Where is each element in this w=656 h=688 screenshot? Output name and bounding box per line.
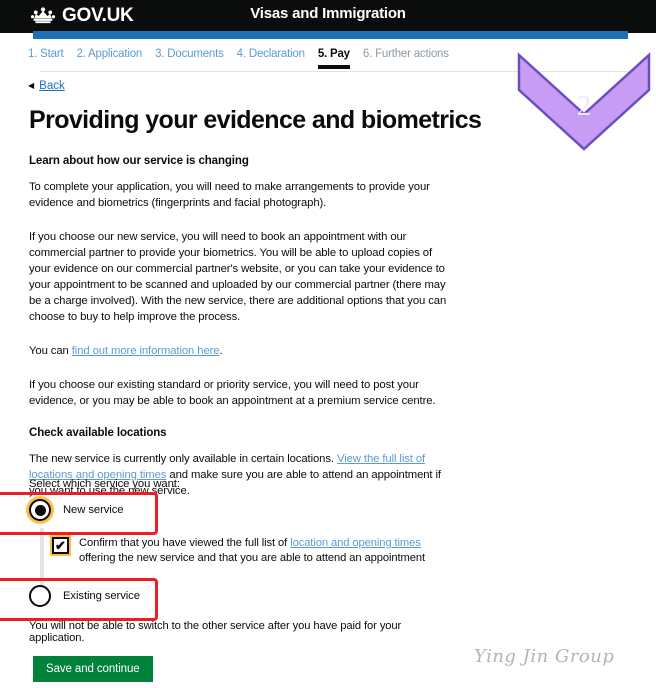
paragraph-complete-application: To complete your application, you will n… [29,181,430,209]
subheading-service-changing: Learn about how our service is changing [29,155,249,167]
radio-new-service-icon[interactable] [29,499,51,521]
page-title: Providing your evidence and biometrics [29,106,482,134]
back-link[interactable]: ◀ Back [28,80,65,92]
confirm-checkbox-label: Confirm that you have viewed the full li… [79,536,442,566]
select-service-label: Select which service you want: [29,478,180,490]
step-6-further-actions: 6. Further actions [362,48,449,60]
find-out-more-prefix: You can [29,345,72,357]
step-1-start[interactable]: 1. Start [28,48,64,69]
radio-existing-service-icon[interactable] [29,585,51,607]
back-link-label: Back [39,80,65,92]
service-name: Visas and Immigration [250,5,406,22]
paragraph-new-service-details: If you choose our new service, you will … [29,231,447,323]
find-out-more-suffix: . [219,345,223,357]
paragraph-existing-service-details: If you choose our existing standard or p… [29,379,436,407]
step-4-declaration[interactable]: 4. Declaration [237,48,305,69]
confirm-checkbox-icon[interactable]: ✔ [52,537,69,554]
confirm-checkbox-row[interactable]: ✔ Confirm that you have viewed the full … [52,536,442,566]
locations-prefix: The new service is currently only availa… [29,453,337,465]
paragraph-available-locations: The new service is currently only availa… [29,451,449,499]
conditional-reveal-divider [40,528,44,586]
confirm-text-suffix: offering the new service and that you ar… [79,552,425,564]
radio-option-existing-service[interactable]: Existing service [29,585,140,607]
watermark: Ying Jin Group [474,646,615,667]
radio-existing-service-label: Existing service [63,590,140,602]
gov-uk-header: GOV.UK Visas and Immigration [0,0,656,33]
location-opening-times-link[interactable]: location and opening times [290,537,421,549]
switch-service-warning: You will not be able to switch to the ot… [29,620,402,644]
paragraph-find-out-more: You can find out more information here. [29,343,449,359]
step-2-application[interactable]: 2. Application [76,48,142,69]
radio-option-new-service[interactable]: New service [29,499,124,521]
radio-selected-dot-icon [34,504,46,516]
save-and-continue-button[interactable]: Save and continue [33,656,153,682]
step-3-documents[interactable]: 3. Documents [155,48,224,69]
step-navigation: 1. Start 2. Application 3. Documents 4. … [28,48,449,69]
subheading-check-locations: Check available locations [29,427,167,439]
step-5-pay[interactable]: 5. Pay [317,48,350,69]
annotation-chevron-2: 2 [516,52,652,152]
confirm-text-prefix: Confirm that you have viewed the full li… [79,537,291,549]
radio-new-service-label: New service [63,504,124,516]
main-content: Learn about how our service is changing … [29,155,449,515]
back-arrow-icon: ◀ [28,81,35,90]
service-accent-bar [33,31,628,39]
chevron-down-icon [517,52,651,151]
find-out-more-link[interactable]: find out more information here [72,345,220,357]
